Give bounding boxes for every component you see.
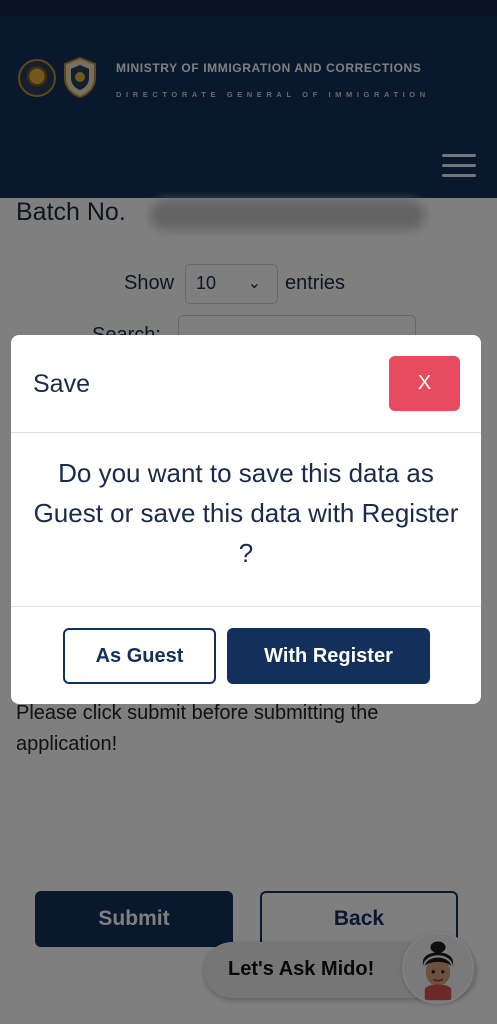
dialog-message: Do you want to save this data as Guest o…: [33, 458, 459, 568]
as-guest-button[interactable]: As Guest: [63, 628, 216, 684]
dialog-header: Save X: [11, 335, 481, 433]
dialog-body: Do you want to save this data as Guest o…: [11, 433, 481, 607]
save-dialog: Save X Do you want to save this data as …: [11, 335, 481, 704]
dialog-title: Save: [33, 370, 90, 398]
close-button[interactable]: X: [389, 356, 460, 411]
with-register-button[interactable]: With Register: [227, 628, 430, 684]
dialog-footer: As Guest With Register: [11, 607, 481, 704]
